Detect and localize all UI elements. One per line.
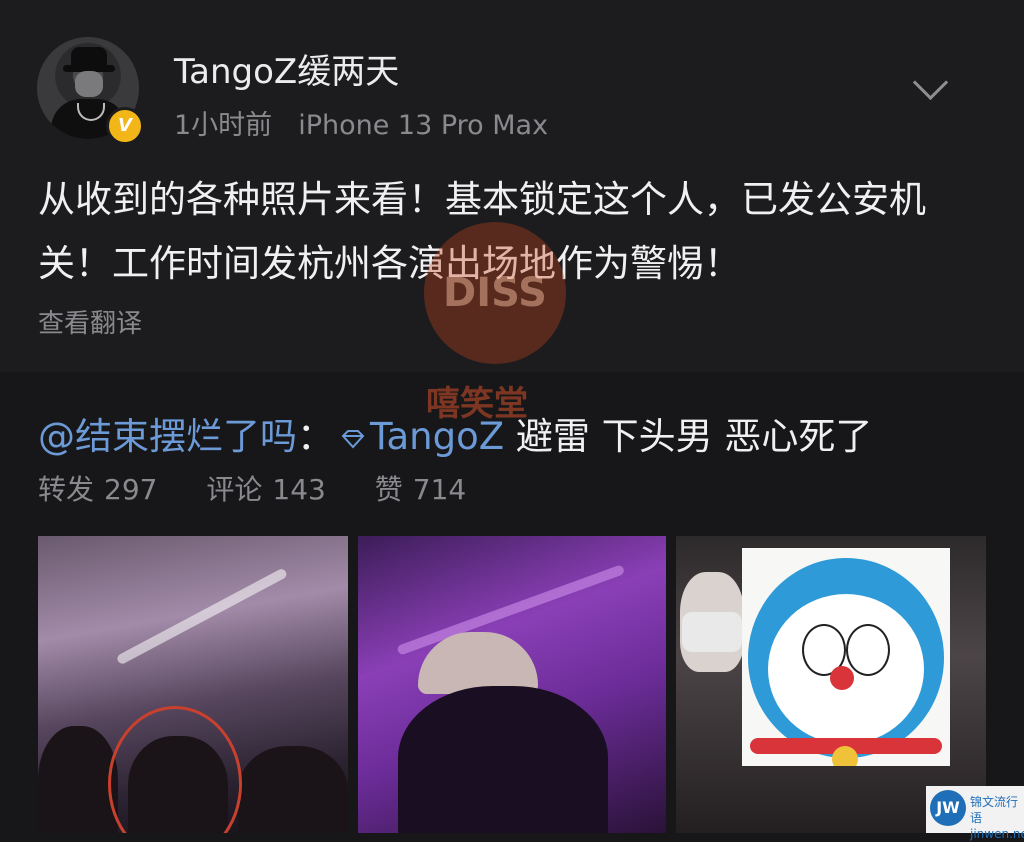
corner-logo-mark: JW	[930, 790, 966, 826]
crowd-silhouette	[238, 746, 348, 833]
doraemon-face	[768, 594, 924, 744]
corner-logo-line1: 锦文流行语	[970, 795, 1019, 825]
stat-repost-count: 297	[104, 473, 158, 506]
red-circle-highlight	[108, 706, 242, 833]
avatar-face	[75, 71, 103, 97]
corner-logo-line2: jinwen.net	[970, 827, 1024, 841]
diamond-icon	[341, 429, 365, 448]
photo-1[interactable]	[38, 536, 348, 833]
retweet-body: 避雷 下头男 恶心死了	[504, 415, 873, 458]
watermark-text: 嘻笑堂	[426, 384, 528, 424]
post-time: 1小时前	[174, 110, 273, 141]
post-device: iPhone 13 Pro Max	[298, 110, 549, 141]
watermark-badge: DISS	[424, 222, 566, 364]
face-mask	[682, 612, 742, 652]
stat-like-count: 714	[412, 473, 467, 506]
doraemon-bell	[832, 746, 858, 766]
doraemon-nose	[830, 666, 854, 690]
stat-like[interactable]: 赞 714	[375, 473, 466, 506]
retweet-stats: 转发 297 评论 143 赞 714	[38, 468, 466, 508]
chevron-down-icon[interactable]	[912, 64, 949, 101]
stat-comment-label: 评论	[206, 473, 263, 506]
stat-comment-count: 143	[272, 473, 326, 506]
mention-user[interactable]: @结束摆烂了吗	[38, 415, 297, 458]
stat-like-label: 赞	[374, 473, 403, 506]
retweet-colon: ：	[297, 415, 334, 458]
stat-repost-label: 转发	[38, 473, 95, 506]
photo-2[interactable]	[358, 536, 666, 833]
corner-logo: JW 锦文流行语 jinwen.net	[926, 786, 1024, 841]
stat-comment[interactable]: 评论 143	[206, 473, 325, 506]
stat-repost[interactable]: 转发 297	[38, 473, 157, 506]
stage-light-beam	[115, 567, 289, 666]
username[interactable]: TangoZ缓两天	[174, 44, 399, 93]
doraemon-sticker	[742, 548, 950, 766]
verified-badge-icon: V	[106, 107, 144, 145]
crowd-silhouette	[38, 726, 118, 833]
doraemon-eye	[846, 624, 890, 676]
translate-link[interactable]: 查看翻译	[38, 303, 142, 340]
post-meta: 1小时前 iPhone 13 Pro Max	[174, 103, 548, 142]
person-silhouette	[398, 686, 608, 833]
